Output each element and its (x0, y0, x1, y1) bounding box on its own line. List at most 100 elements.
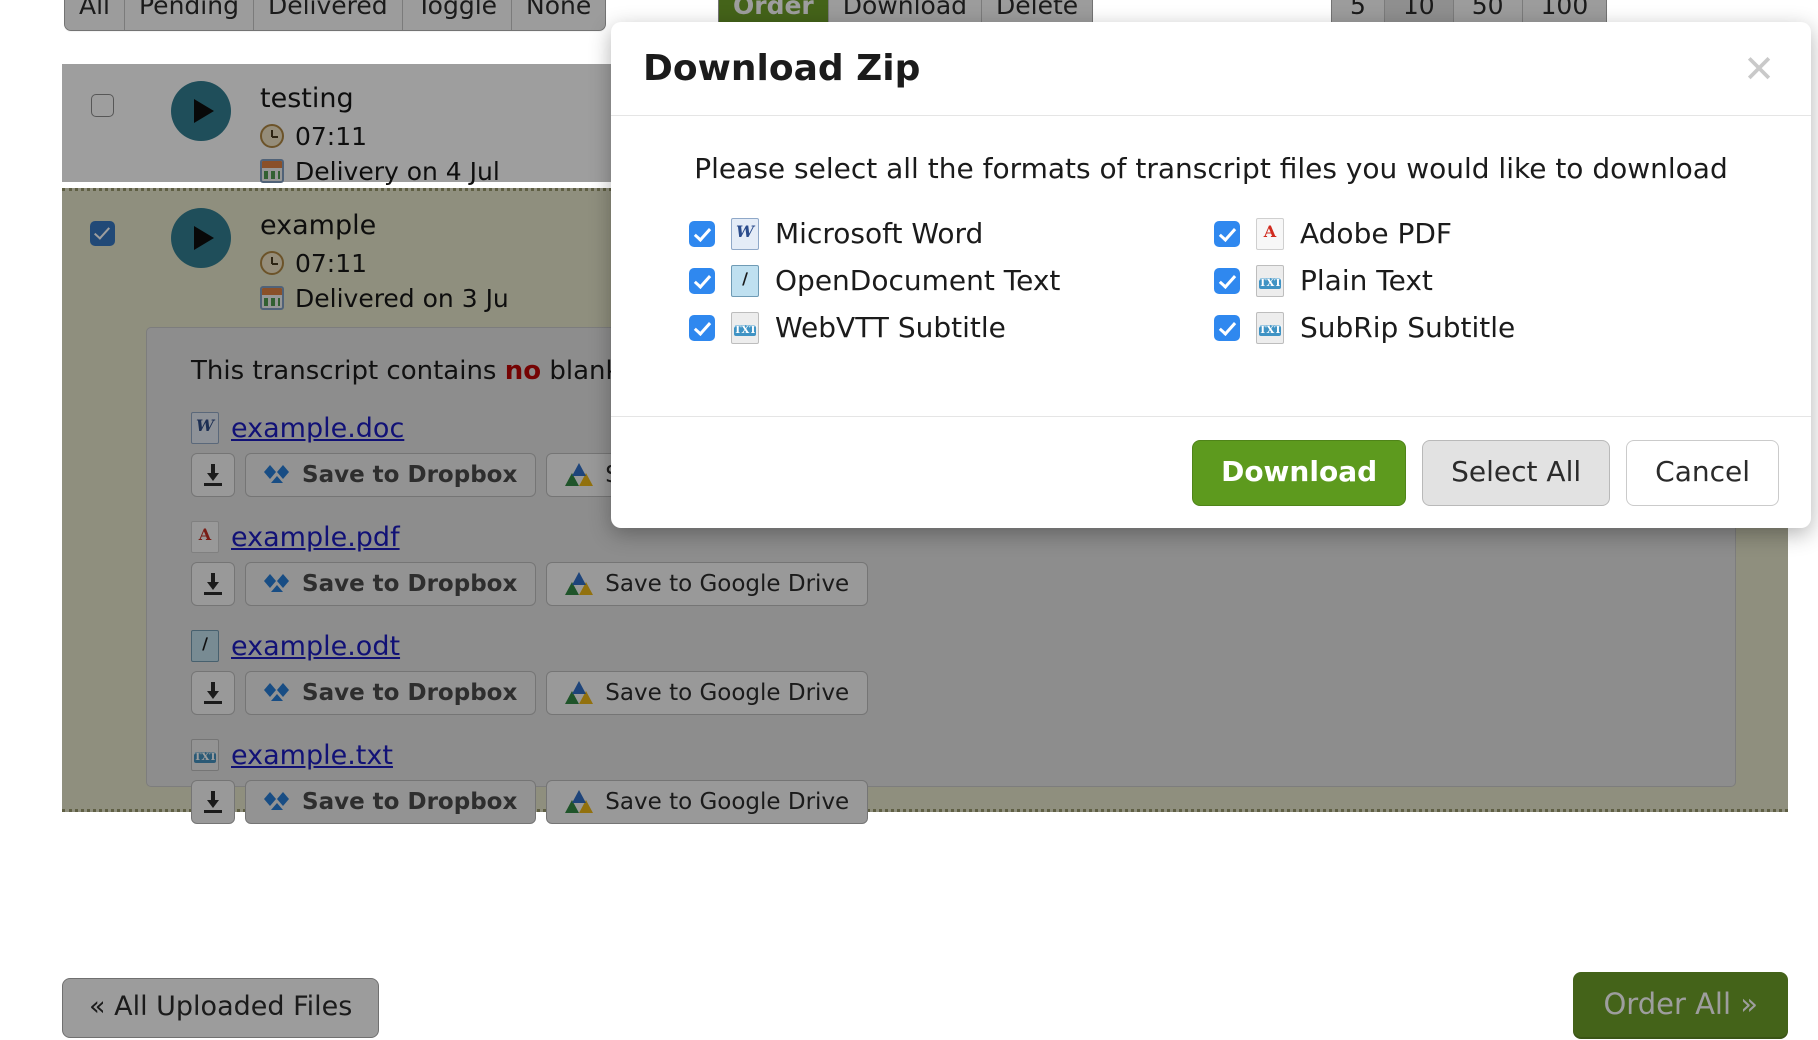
download-icon-button-odt[interactable] (191, 671, 235, 715)
checkbox-microsoft-word[interactable] (689, 220, 715, 247)
download-block-pdf: A example.pdf Save to Dropbox Save to Go… (191, 521, 1709, 606)
format-option-adobe-pdf[interactable]: A Adobe PDF (1214, 217, 1739, 250)
modal-body: Please select all the formats of transcr… (611, 116, 1811, 416)
filter-button-none[interactable]: None (512, 0, 606, 30)
google-drive-icon (565, 462, 594, 488)
save-to-dropbox-txt[interactable]: Save to Dropbox (245, 780, 537, 824)
format-label-webvtt-subtitle: WebVTT Subtitle (775, 311, 1006, 344)
row-checkbox-example[interactable] (89, 221, 115, 246)
clock-icon (260, 251, 284, 276)
save-to-dropbox-doc[interactable]: Save to Dropbox (245, 453, 537, 497)
file-meta: example 07:11 Delivered on 3 Ju (260, 191, 509, 313)
filter-button-toggle[interactable]: Toggle (402, 0, 513, 30)
word-file-icon: W (731, 217, 759, 250)
close-icon[interactable]: ✕ (1737, 46, 1781, 92)
dropbox-label: Save to Dropbox (302, 462, 518, 488)
file-duration-line: 07:11 (260, 249, 509, 278)
modal-download-button[interactable]: Download (1192, 439, 1407, 506)
format-option-subrip-subtitle[interactable]: TXT SubRip Subtitle (1214, 311, 1739, 344)
format-label-subrip-subtitle: SubRip Subtitle (1300, 311, 1516, 344)
dropbox-icon (264, 681, 290, 705)
filter-button-group: All Pending Delivered Toggle None (64, 0, 607, 31)
file-duration: 07:11 (295, 248, 368, 278)
file-status: Delivery on 4 Jul (295, 156, 500, 186)
dropbox-icon (264, 463, 290, 487)
pdf-file-icon: A (191, 521, 219, 553)
format-label-microsoft-word: Microsoft Word (775, 217, 984, 250)
file-link-doc[interactable]: example.doc (231, 413, 404, 444)
dropbox-icon (264, 572, 290, 596)
file-duration: 07:11 (295, 121, 368, 151)
file-title: example (260, 210, 377, 241)
save-to-dropbox-pdf[interactable]: Save to Dropbox (245, 562, 537, 606)
word-file-icon: W (191, 412, 219, 444)
txt-file-icon: TXT (731, 311, 759, 344)
gdrive-label: Save to Google Drive (605, 789, 850, 815)
format-option-opendocument-text[interactable]: ∕ OpenDocument Text (689, 264, 1214, 297)
save-to-google-drive-pdf[interactable]: Save to Google Drive (546, 562, 869, 606)
save-to-google-drive-txt[interactable]: Save to Google Drive (546, 780, 869, 824)
pdf-file-icon: A (1256, 217, 1284, 250)
download-icon-button-pdf[interactable] (191, 562, 235, 606)
play-icon[interactable] (171, 81, 231, 141)
download-zip-modal: Download Zip ✕ Please select all the for… (611, 22, 1811, 528)
file-link-txt[interactable]: example.txt (231, 740, 393, 771)
row-checkbox-testing[interactable] (90, 94, 114, 117)
save-to-dropbox-odt[interactable]: Save to Dropbox (245, 671, 537, 715)
format-label-adobe-pdf: Adobe PDF (1300, 217, 1453, 250)
order-all-button[interactable]: Order All » (1573, 972, 1788, 1039)
play-icon[interactable] (171, 208, 231, 268)
play-cell (142, 191, 260, 268)
gdrive-label: Save to Google Drive (605, 571, 850, 597)
checkbox-subrip-subtitle[interactable] (1214, 314, 1240, 341)
modal-cancel-button[interactable]: Cancel (1626, 439, 1779, 506)
file-link-row: ∕ example.odt (191, 630, 1709, 662)
txt-file-icon: TXT (1256, 264, 1284, 297)
file-status-line: Delivery on 4 Jul (260, 157, 500, 186)
txt-file-icon: TXT (1256, 311, 1284, 344)
download-icon-button-txt[interactable] (191, 780, 235, 824)
dropbox-icon (264, 790, 290, 814)
google-drive-icon (565, 571, 594, 597)
odt-file-icon: ∕ (191, 630, 219, 662)
filter-button-delivered[interactable]: Delivered (253, 0, 403, 30)
modal-title: Download Zip (643, 48, 921, 89)
format-option-webvtt-subtitle[interactable]: TXT WebVTT Subtitle (689, 311, 1214, 344)
download-actions: Save to Dropbox Save to Google Drive (191, 671, 1709, 715)
checkbox-opendocument-text[interactable] (689, 267, 715, 294)
format-checkbox-grid: W Microsoft Word A Adobe PDF ∕ OpenDocum… (643, 217, 1779, 344)
modal-instruction: Please select all the formats of transcr… (694, 152, 1728, 185)
file-status-line: Delivered on 3 Ju (260, 284, 509, 313)
google-drive-icon (565, 680, 594, 706)
file-status: Delivered on 3 Ju (295, 283, 509, 313)
filter-button-pending[interactable]: Pending (125, 0, 254, 30)
format-label-plain-text: Plain Text (1300, 264, 1433, 297)
file-link-pdf[interactable]: example.pdf (231, 522, 400, 553)
calendar-icon (260, 286, 284, 311)
download-block-odt: ∕ example.odt Save to Dropbox Save to Go… (191, 630, 1709, 715)
dropbox-label: Save to Dropbox (302, 789, 518, 815)
clock-icon (260, 124, 284, 149)
row-checkbox-cell (62, 191, 142, 246)
filter-button-all[interactable]: All (65, 0, 125, 30)
dropbox-label: Save to Dropbox (302, 680, 518, 706)
dropbox-label: Save to Dropbox (302, 571, 518, 597)
checkbox-plain-text[interactable] (1214, 267, 1240, 294)
checkbox-adobe-pdf[interactable] (1214, 220, 1240, 247)
format-option-microsoft-word[interactable]: W Microsoft Word (689, 217, 1214, 250)
file-meta: testing 07:11 Delivery on 4 Jul (260, 64, 500, 186)
download-actions: Save to Dropbox Save to Google Drive (191, 562, 1709, 606)
format-label-opendocument-text: OpenDocument Text (775, 264, 1061, 297)
gdrive-label: Save to Google Drive (605, 680, 850, 706)
file-link-row: TXT example.txt (191, 739, 1709, 771)
calendar-icon (260, 159, 284, 184)
checkbox-webvtt-subtitle[interactable] (689, 314, 715, 341)
file-link-odt[interactable]: example.odt (231, 631, 400, 662)
download-icon-button-doc[interactable] (191, 453, 235, 497)
google-drive-icon (565, 789, 594, 815)
save-to-google-drive-odt[interactable]: Save to Google Drive (546, 671, 869, 715)
modal-select-all-button[interactable]: Select All (1422, 439, 1611, 506)
format-option-plain-text[interactable]: TXT Plain Text (1214, 264, 1739, 297)
all-uploaded-files-button[interactable]: « All Uploaded Files (62, 978, 380, 1038)
download-block-txt: TXT example.txt Save to Dropbox Save to … (191, 739, 1709, 824)
